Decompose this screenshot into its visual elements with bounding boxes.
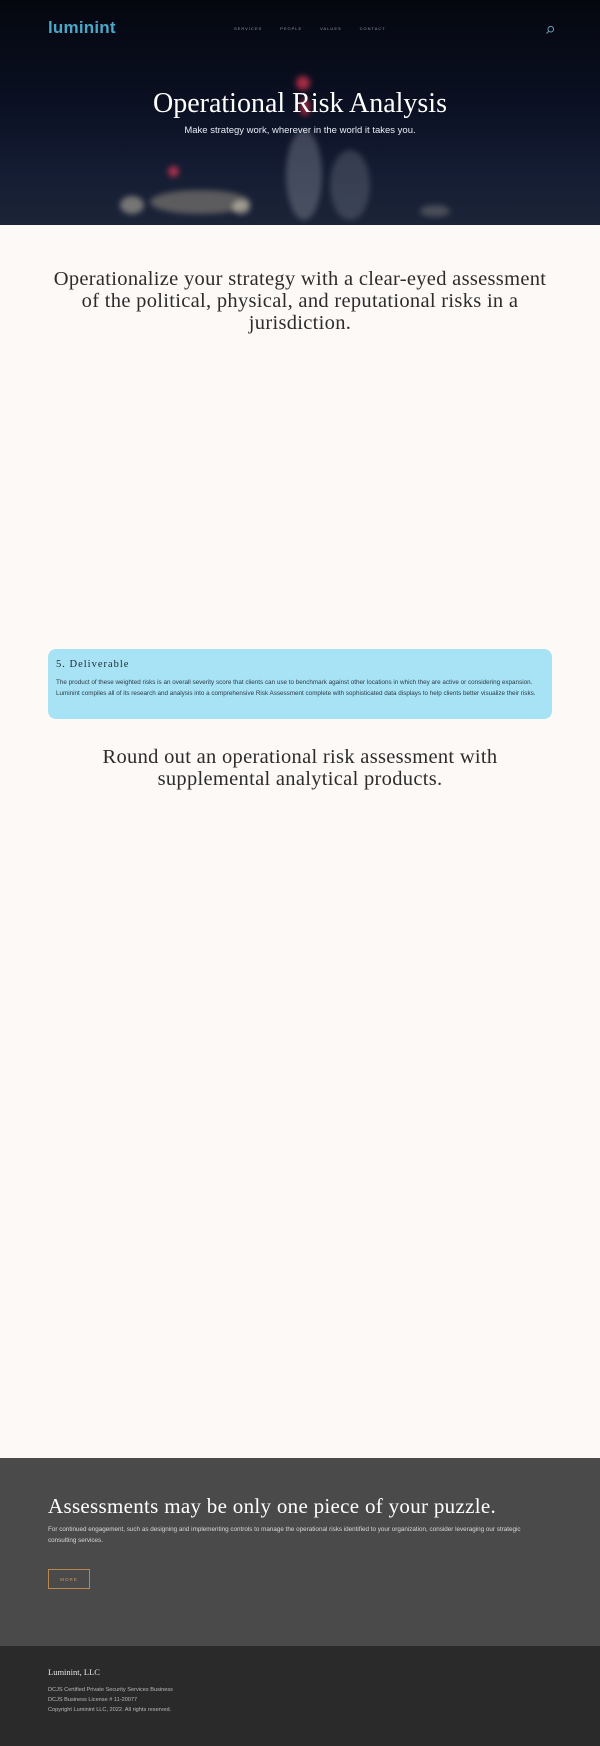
cta-title: Assessments may be only one piece of you… [48,1494,496,1518]
cta-body: For continued engagement, such as design… [48,1526,521,1544]
footer-certification: DCJS Certified Private Security Services… [48,1687,173,1693]
footer-license: DCJS Business License # 11-20077 [48,1697,138,1703]
footer: Luminint, LLC DCJS Certified Private Sec… [0,1646,600,1746]
more-button[interactable]: MORE [48,1569,90,1589]
cta-section: Assessments may be only one piece of you… [0,1458,600,1646]
bokeh-light [286,130,322,220]
bokeh-light [420,205,450,217]
page-title: Operational Risk Analysis [153,88,447,119]
bokeh-light [232,200,250,214]
top-nav: luminint SERVICES PEOPLE VALUES CONTACT [0,0,600,60]
nav-item-services[interactable]: SERVICES [234,26,262,31]
logo[interactable]: luminint [48,18,116,38]
hero-banner: luminint SERVICES PEOPLE VALUES CONTACT … [0,0,600,225]
deliverable-body: The product of these weighted risks is a… [56,679,536,697]
bokeh-light [330,150,370,220]
intro-heading: Operationalize your strategy with a clea… [53,268,547,334]
bokeh-light [120,196,144,214]
page-subtitle: Make strategy work, wherever in the worl… [184,125,416,136]
footer-copyright: Copyright Luminint LLC, 2022. All rights… [48,1707,172,1713]
nav-item-people[interactable]: PEOPLE [280,26,302,31]
nav-item-values[interactable]: VALUES [320,26,342,31]
nav-item-contact[interactable]: CONTACT [360,26,386,31]
search-icon[interactable] [545,25,555,35]
deliverable-card: 5. Deliverable The product of these weig… [48,649,552,719]
supplemental-heading: Round out an operational risk assessment… [102,746,498,790]
footer-company: Luminint, LLC [48,1667,100,1677]
bokeh-light [168,166,179,177]
deliverable-title: 5. Deliverable [56,659,130,670]
nav-links: SERVICES PEOPLE VALUES CONTACT [234,26,386,31]
